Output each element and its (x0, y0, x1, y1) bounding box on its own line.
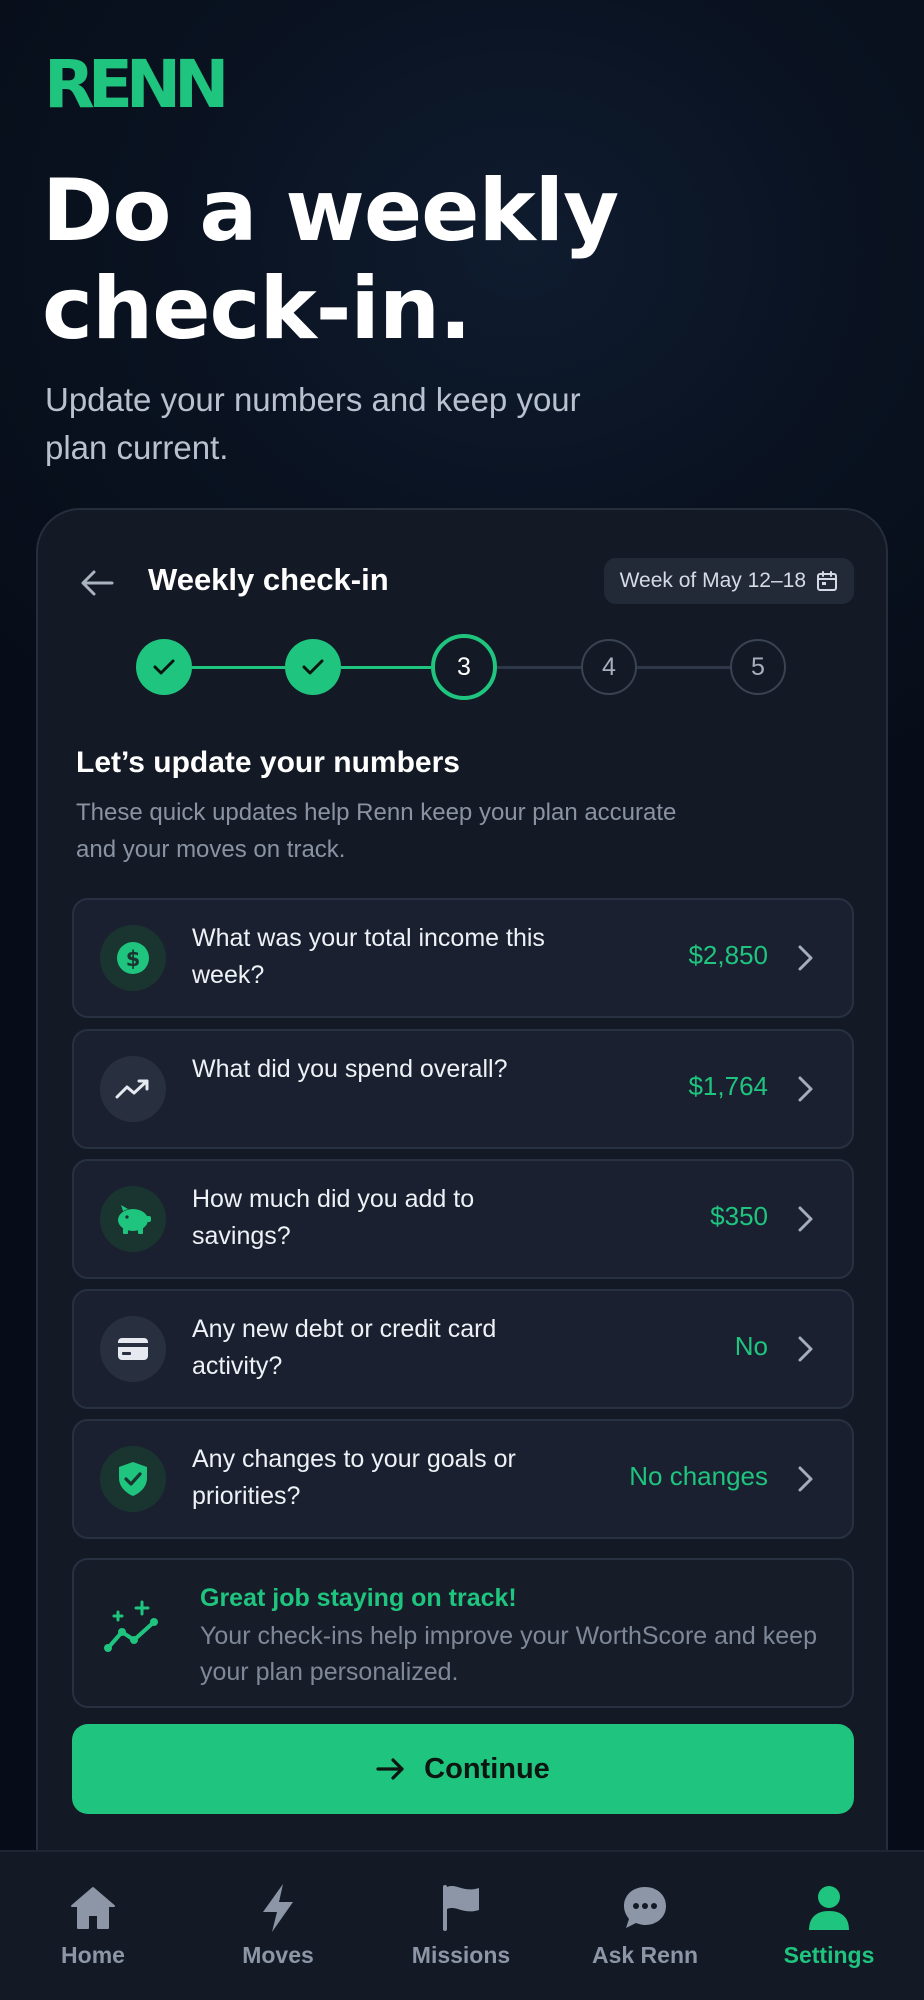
question-label: How much did you add to savings? (192, 1185, 475, 1250)
flag-icon (443, 1885, 479, 1931)
step-4: 4 (581, 639, 637, 695)
chat-bubble-icon (624, 1887, 666, 1928)
chevron-right-icon (794, 1463, 818, 1495)
q-icon-badge (100, 1316, 166, 1382)
chevron-right-icon (794, 1333, 818, 1365)
progress-stepper: 3 4 5 (136, 634, 786, 700)
tab-label: Missions (411, 1942, 511, 1968)
week-label: Week of May 12–18 (619, 569, 806, 592)
chevron-right-icon (794, 1203, 818, 1235)
tab-label: Moves (242, 1942, 314, 1968)
q-icon-badge: $ (100, 925, 166, 991)
tab-moves[interactable]: Moves (198, 1882, 358, 1982)
question-value: No changes (629, 1461, 768, 1491)
tab-settings[interactable]: Settings (749, 1882, 909, 1982)
svg-text:$: $ (126, 947, 141, 971)
question-label: What was your total income this week? (192, 924, 545, 989)
home-icon (71, 1887, 115, 1929)
encouragement-banner: Great job staying on track! Your check-i… (72, 1558, 854, 1708)
banner-body: Your check-ins help improve your WorthSc… (200, 1622, 817, 1686)
checkin-card: Weekly check-in Week of May 12–18 3 4 5 … (36, 508, 888, 1908)
step-connector (192, 666, 285, 669)
q-icon-badge (100, 1186, 166, 1252)
q-icon-badge (100, 1056, 166, 1122)
week-selector[interactable]: Week of May 12–18 (603, 558, 854, 604)
question-label: Any changes to your goals or priorities? (192, 1445, 516, 1510)
tab-label: Ask Renn (591, 1942, 699, 1968)
chevron-right-icon (794, 1073, 818, 1105)
back-button[interactable] (74, 560, 120, 606)
calendar-icon (817, 571, 837, 591)
card-title: Weekly check-in (148, 562, 389, 597)
page-title: Do a weekly check-in. (42, 161, 619, 359)
step-connector (637, 666, 730, 669)
bottom-tab-bar: Home Moves Missions Ask Renn Settings (0, 1850, 924, 2000)
question-income[interactable]: $ What was your total income this week? … (72, 898, 854, 1018)
checkmark-icon (302, 659, 324, 675)
checkmark-icon (153, 659, 175, 675)
question-label: What did you spend overall? (192, 1055, 508, 1083)
question-value: No (734, 1331, 768, 1361)
dollar-icon: $ (117, 942, 149, 974)
arrow-left-icon (81, 570, 114, 596)
arrow-right-icon (376, 1758, 404, 1780)
question-label: Any new debt or credit card activity? (192, 1315, 497, 1380)
step-5: 5 (730, 639, 786, 695)
lightning-icon (263, 1884, 293, 1932)
chevron-right-icon (794, 942, 818, 974)
tab-home[interactable]: Home (13, 1882, 173, 1982)
tab-label: Home (61, 1942, 125, 1968)
credit-card-icon (118, 1338, 148, 1360)
step-1-complete (136, 639, 192, 695)
q-icon-badge (100, 1446, 166, 1512)
card-header: Weekly check-in Week of May 12–18 (38, 550, 886, 616)
question-goals[interactable]: Any changes to your goals or priorities?… (72, 1419, 854, 1539)
step-connector (497, 666, 581, 669)
question-debt[interactable]: Any new debt or credit card activity? No (72, 1289, 854, 1409)
question-value: $1,764 (688, 1071, 768, 1101)
tab-ask-renn[interactable]: Ask Renn (565, 1882, 725, 1982)
question-spending[interactable]: What did you spend overall? $1,764 (72, 1029, 854, 1149)
piggy-bank-icon (118, 1205, 151, 1234)
step-2-complete (285, 639, 341, 695)
step-connector (341, 666, 431, 669)
renn-logo: RENN (44, 46, 229, 123)
question-value: $2,850 (688, 940, 768, 970)
person-icon (809, 1886, 849, 1930)
section-title: Let’s update your numbers (76, 746, 460, 779)
sparkle-trend-icon (104, 1600, 158, 1652)
tab-label: Settings (783, 1942, 875, 1968)
banner-title: Great job staying on track! (200, 1584, 517, 1612)
question-value: $350 (710, 1201, 768, 1231)
continue-button[interactable]: Continue (72, 1724, 854, 1814)
shield-check-icon (119, 1462, 147, 1496)
section-description: These quick updates help Renn keep your … (76, 799, 677, 863)
question-savings[interactable]: How much did you add to savings? $350 (72, 1159, 854, 1279)
trend-up-icon (115, 1079, 149, 1099)
continue-label: Continue (424, 1752, 550, 1785)
tab-missions[interactable]: Missions (381, 1882, 541, 1982)
page-subtitle: Update your numbers and keep your plan c… (45, 381, 581, 466)
step-3-current: 3 (431, 634, 497, 700)
